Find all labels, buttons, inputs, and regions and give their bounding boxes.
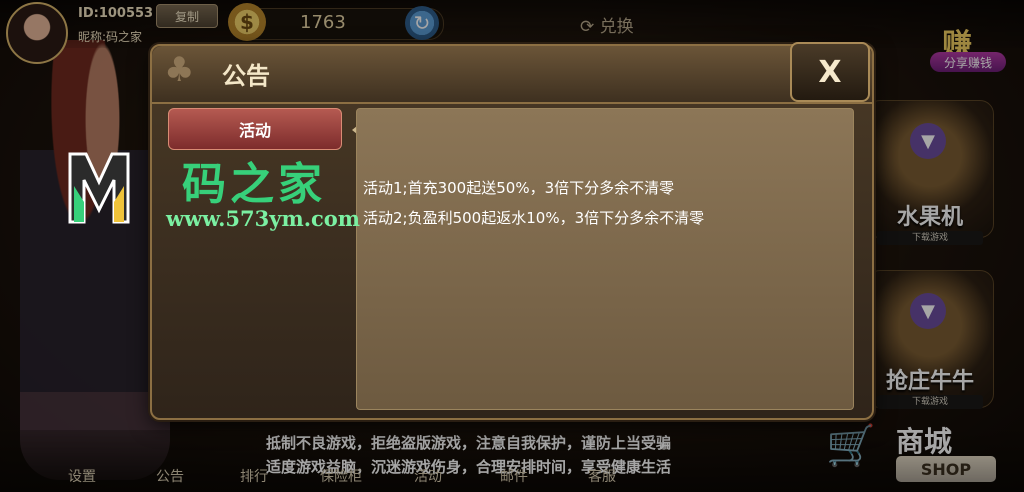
announcement-content: 活动1;首充300起送50%，3倍下分多余不清零 活动2;负盈利500起返水10… — [356, 108, 854, 410]
modal-title: 公告 — [222, 62, 270, 90]
watermark-logo — [68, 152, 130, 224]
tab-activity[interactable]: 活动 — [168, 108, 342, 150]
watermark-url: www.573ym.com — [166, 206, 361, 231]
clover-icon: ♣ — [164, 50, 195, 90]
announcement-modal: ♣ 公告 X 活动 活动1;首充300起送50%，3倍下分多余不清零 活动2;负… — [150, 42, 874, 420]
content-line: 活动2;负盈利500起返水10%，3倍下分多余不清零 — [363, 209, 705, 227]
watermark-title: 码之家 — [182, 159, 326, 210]
close-button[interactable]: X — [790, 42, 870, 102]
content-line: 活动1;首充300起送50%，3倍下分多余不清零 — [363, 179, 675, 197]
modal-header: ♣ 公告 — [152, 46, 872, 104]
